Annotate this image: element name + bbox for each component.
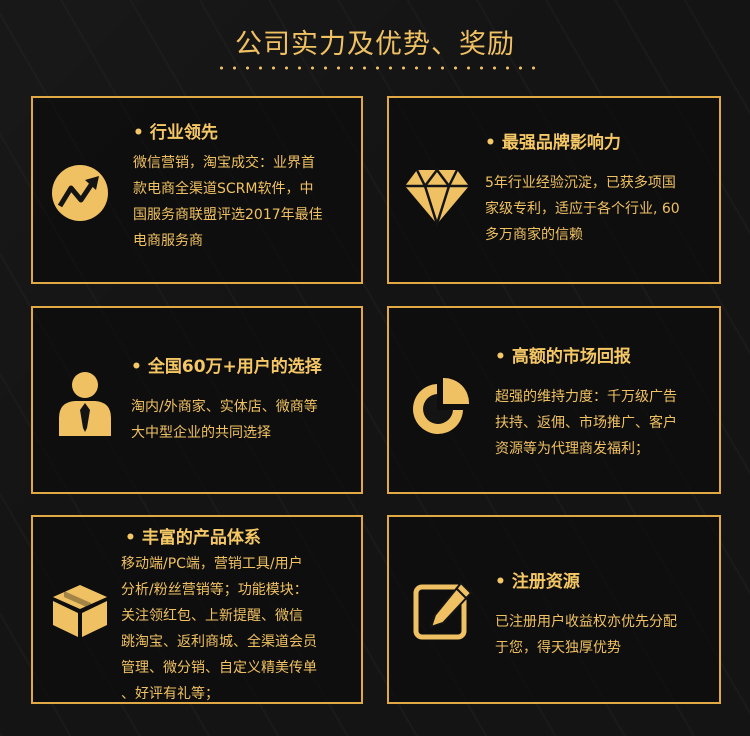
card-description: 已注册用户收益权亦优先分配 于您，得天独厚优势 <box>495 614 677 656</box>
pie-chart-icon <box>413 377 470 434</box>
user-icon <box>59 372 111 436</box>
card-heading: • 丰富的产品体系 <box>125 528 261 548</box>
page-title: 公司实力及优势、奖励 <box>235 29 515 60</box>
card-description: 微信营销，淘宝成交：业界首 款电商全渠道SCRM软件，中 国服务商联盟评选201… <box>133 155 323 249</box>
card-user-choice: • 全国60万+用户的选择 淘内/外商家、实体店、微商等 大中型企业的共同选择 <box>31 306 363 494</box>
card-industry-leading: • 行业领先 微信营销，淘宝成交：业界首 款电商全渠道SCRM软件，中 国服务商联… <box>31 96 363 284</box>
box-icon <box>53 585 107 637</box>
card-market-return: • 高额的市场回报 超强的维持力度：千万级广告 扶持、返佣、市场推广、客户 资源等… <box>387 306 721 494</box>
edit-icon <box>413 581 473 640</box>
card-heading: • 最强品牌影响力 <box>485 133 621 153</box>
card-heading: • 行业领先 <box>133 123 218 143</box>
trend-chart-icon <box>52 165 108 221</box>
card-description: 5年行业经验沉淀，已获多项国 家级专利，适应于各个行业, 60 多万商家的信赖 <box>485 175 680 243</box>
card-heading: • 高额的市场回报 <box>495 347 631 367</box>
diamond-icon <box>405 168 469 226</box>
card-registration-resource: • 注册资源 已注册用户收益权亦优先分配 于您，得天独厚优势 <box>387 515 721 704</box>
card-brand-influence: • 最强品牌影响力 5年行业经验沉淀，已获多项国 家级专利，适应于各个行业, 60… <box>387 96 721 284</box>
card-product-system: • 丰富的产品体系 移动端/PC端，营销工具/用户 分析/粉丝营销等；功能模块： … <box>31 515 363 704</box>
card-description: 超强的维持力度：千万级广告 扶持、返佣、市场推广、客户 资源等为代理商发福利； <box>495 389 677 457</box>
card-heading: • 注册资源 <box>495 572 580 592</box>
card-heading: • 全国60万+用户的选择 <box>131 357 322 377</box>
card-description: 淘内/外商家、实体店、微商等 大中型企业的共同选择 <box>131 399 318 441</box>
title-dotted-divider <box>215 66 535 70</box>
card-description: 移动端/PC端，营销工具/用户 分析/粉丝营销等；功能模块： 关注领红包、上新提… <box>121 556 317 702</box>
